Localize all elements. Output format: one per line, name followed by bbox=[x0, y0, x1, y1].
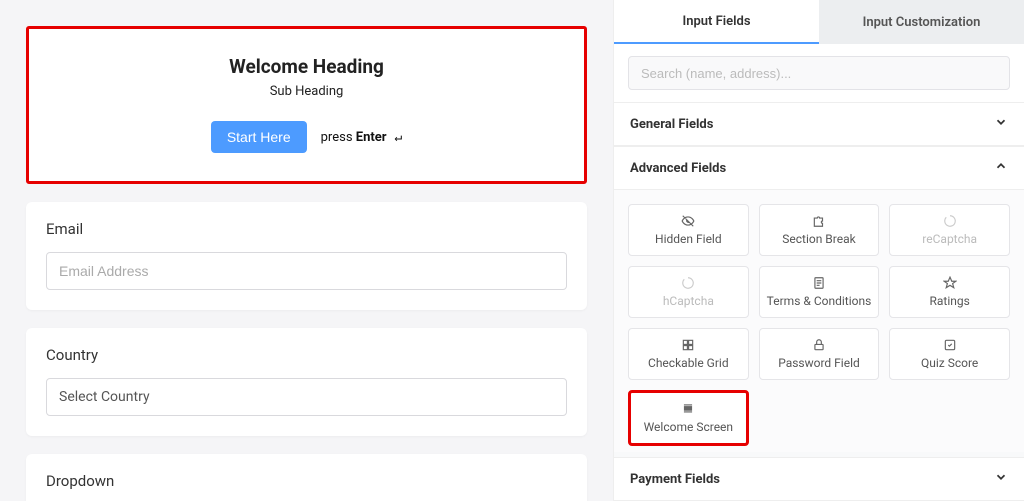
welcome-subheading: Sub Heading bbox=[49, 84, 564, 99]
dropdown-label: Dropdown bbox=[46, 472, 567, 490]
enter-symbol-icon: ↵ bbox=[387, 130, 403, 145]
search-wrapper bbox=[614, 44, 1024, 102]
section-payment-label: Payment Fields bbox=[630, 472, 720, 487]
country-selected-value: Select Country bbox=[59, 389, 150, 405]
country-select[interactable]: Select Country bbox=[46, 378, 567, 416]
section-general-label: General Fields bbox=[630, 117, 713, 132]
press-enter-hint: press Enter ↵ bbox=[321, 130, 403, 145]
lock-icon bbox=[812, 338, 826, 352]
tile-hcaptcha[interactable]: hCaptcha bbox=[628, 266, 749, 318]
advanced-fields-grid: Hidden Field Section Break reCaptcha hCa… bbox=[614, 190, 1024, 452]
welcome-button-row: Start Here press Enter ↵ bbox=[49, 121, 564, 153]
tab-input-customization[interactable]: Input Customization bbox=[819, 0, 1024, 44]
spinner-icon bbox=[681, 276, 695, 290]
quiz-icon bbox=[943, 338, 957, 352]
section-payment-fields[interactable]: Payment Fields bbox=[614, 457, 1024, 501]
screen-icon bbox=[681, 402, 695, 416]
chevron-up-icon bbox=[994, 159, 1008, 177]
field-sidebar: Input Fields Input Customization General… bbox=[613, 0, 1024, 501]
email-input[interactable] bbox=[46, 252, 567, 290]
spinner-icon bbox=[943, 214, 957, 228]
grid-icon bbox=[681, 338, 695, 352]
chevron-down-icon bbox=[994, 115, 1008, 133]
tile-label: Ratings bbox=[929, 294, 969, 308]
tile-label: Terms & Conditions bbox=[767, 294, 872, 308]
tile-label: Section Break bbox=[782, 232, 855, 246]
search-input[interactable] bbox=[628, 56, 1010, 90]
start-here-button[interactable]: Start Here bbox=[211, 121, 307, 153]
tile-label: Hidden Field bbox=[655, 232, 722, 246]
sidebar-tabs: Input Fields Input Customization bbox=[614, 0, 1024, 44]
tile-label: Welcome Screen bbox=[644, 420, 733, 434]
tile-label: hCaptcha bbox=[663, 294, 714, 308]
section-advanced-fields[interactable]: Advanced Fields bbox=[614, 146, 1024, 190]
section-advanced-label: Advanced Fields bbox=[630, 161, 726, 176]
tile-section-break[interactable]: Section Break bbox=[759, 204, 880, 256]
tile-terms-conditions[interactable]: Terms & Conditions bbox=[759, 266, 880, 318]
tile-label: Checkable Grid bbox=[648, 356, 729, 370]
form-canvas: Welcome Heading Sub Heading Start Here p… bbox=[0, 0, 613, 501]
chevron-down-icon bbox=[994, 470, 1008, 488]
tile-label: Quiz Score bbox=[921, 356, 978, 370]
star-icon bbox=[943, 276, 957, 290]
tile-label: reCaptcha bbox=[922, 232, 977, 246]
welcome-heading: Welcome Heading bbox=[49, 55, 564, 78]
tile-password-field[interactable]: Password Field bbox=[759, 328, 880, 380]
tile-welcome-screen[interactable]: Welcome Screen bbox=[628, 390, 749, 446]
tile-label: Password Field bbox=[778, 356, 860, 370]
country-label: Country bbox=[46, 346, 567, 364]
dropdown-field-block[interactable]: Dropdown - Select - bbox=[26, 454, 587, 501]
email-field-block[interactable]: Email bbox=[26, 202, 587, 310]
tile-quiz-score[interactable]: Quiz Score bbox=[889, 328, 1010, 380]
welcome-screen-block[interactable]: Welcome Heading Sub Heading Start Here p… bbox=[26, 26, 587, 184]
tab-input-fields[interactable]: Input Fields bbox=[614, 0, 819, 44]
email-label: Email bbox=[46, 220, 567, 238]
enter-text: Enter bbox=[356, 130, 387, 145]
press-text: press bbox=[321, 130, 356, 145]
section-general-fields[interactable]: General Fields bbox=[614, 102, 1024, 146]
puzzle-icon bbox=[812, 214, 826, 228]
tile-hidden-field[interactable]: Hidden Field bbox=[628, 204, 749, 256]
document-icon bbox=[812, 276, 826, 290]
country-field-block[interactable]: Country Select Country bbox=[26, 328, 587, 436]
tile-ratings[interactable]: Ratings bbox=[889, 266, 1010, 318]
tile-checkable-grid[interactable]: Checkable Grid bbox=[628, 328, 749, 380]
tile-recaptcha[interactable]: reCaptcha bbox=[889, 204, 1010, 256]
eye-slash-icon bbox=[681, 214, 695, 228]
